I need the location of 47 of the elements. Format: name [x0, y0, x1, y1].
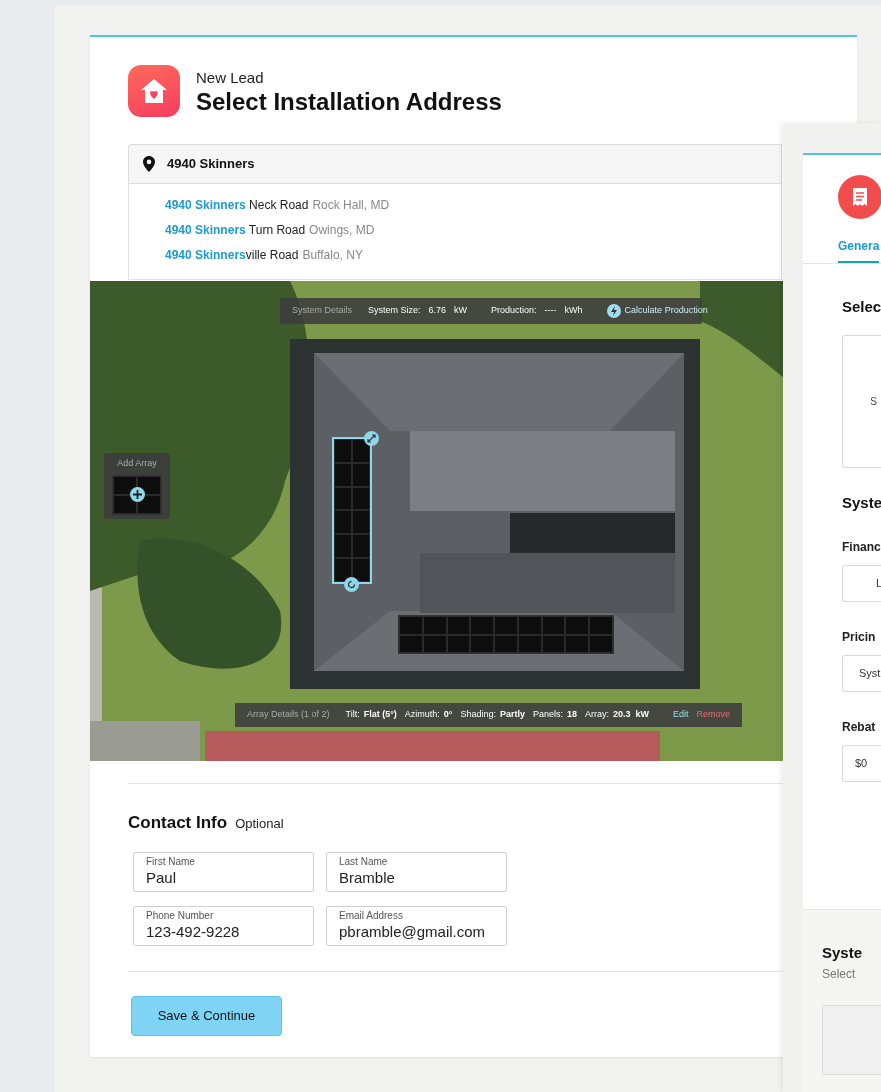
- overlay-text: System Size:: [368, 304, 421, 318]
- address-search-field[interactable]: 4940 Skinners: [128, 144, 782, 184]
- overlay-text: kWh: [564, 304, 583, 318]
- finance-button[interactable]: L: [842, 565, 881, 602]
- field-label: Financ: [842, 539, 881, 556]
- overlay-text: Azimuth:: [404, 708, 440, 722]
- option-card[interactable]: S: [842, 334, 881, 468]
- section-heading: Syste: [822, 943, 864, 963]
- overlay-text: System Details: [292, 304, 353, 318]
- save-continue-button[interactable]: Save & Continue: [131, 995, 282, 1036]
- section-title: Contact Info: [128, 812, 228, 834]
- overlay-text: 18: [567, 708, 578, 722]
- overlay-text: Array:: [585, 708, 610, 722]
- section-heading: Selec: [842, 297, 881, 317]
- calculate-production-link[interactable]: Calculate Production: [606, 304, 708, 318]
- overlay-text: 20.3 kW: [613, 708, 650, 722]
- text-field[interactable]: Last Name Bramble: [326, 851, 507, 892]
- overlay-text: Array Details (1 of 2): [247, 708, 330, 722]
- overlay-text: ----: [544, 304, 557, 318]
- address-suggestion[interactable]: 4940 Skinnersville Road Buffalo, NY: [165, 243, 363, 268]
- form-overline: New Lead: [196, 69, 265, 87]
- text-field[interactable]: First Name Paul: [133, 851, 314, 892]
- overlay-text: Tilt:: [345, 708, 360, 722]
- overlay-text: Shading:: [460, 708, 496, 722]
- overlay-text: Panels:: [533, 708, 563, 722]
- page-title: Select Installation Address: [196, 87, 502, 117]
- overlay-text: Production:: [491, 304, 537, 318]
- section-subtitle: Select: [822, 965, 857, 983]
- overlay-text: kW: [454, 304, 468, 318]
- section-heading: Syste: [842, 492, 881, 513]
- overlay-text: 6.76: [428, 304, 447, 318]
- overlay-text: Partly: [499, 708, 525, 722]
- edit-link[interactable]: Edit: [673, 708, 689, 722]
- address-suggestion[interactable]: 4940 Skinners Turn Road Owings, MD: [165, 218, 375, 243]
- overlay-text: Flat (5°): [363, 708, 397, 722]
- field-label: Rebat: [842, 719, 877, 736]
- pricing-dropdown[interactable]: Syst: [842, 655, 881, 692]
- option-text: S: [870, 394, 877, 409]
- overlay-text: 0°: [443, 708, 453, 722]
- address-suggestion[interactable]: 4940 Skinners Neck Road Rock Hall, MD: [165, 193, 390, 218]
- add-array-panel[interactable]: Add Array: [104, 453, 170, 519]
- text-field[interactable]: Phone Number 123-492-9228: [133, 905, 314, 946]
- optional-hint: Optional: [235, 815, 284, 833]
- add-array-label: Add Array: [116, 457, 158, 470]
- rebate-field[interactable]: $0: [842, 745, 881, 782]
- field-label: Pricin: [842, 629, 877, 646]
- text-field[interactable]: Email Address pbramble@gmail.com: [326, 905, 507, 946]
